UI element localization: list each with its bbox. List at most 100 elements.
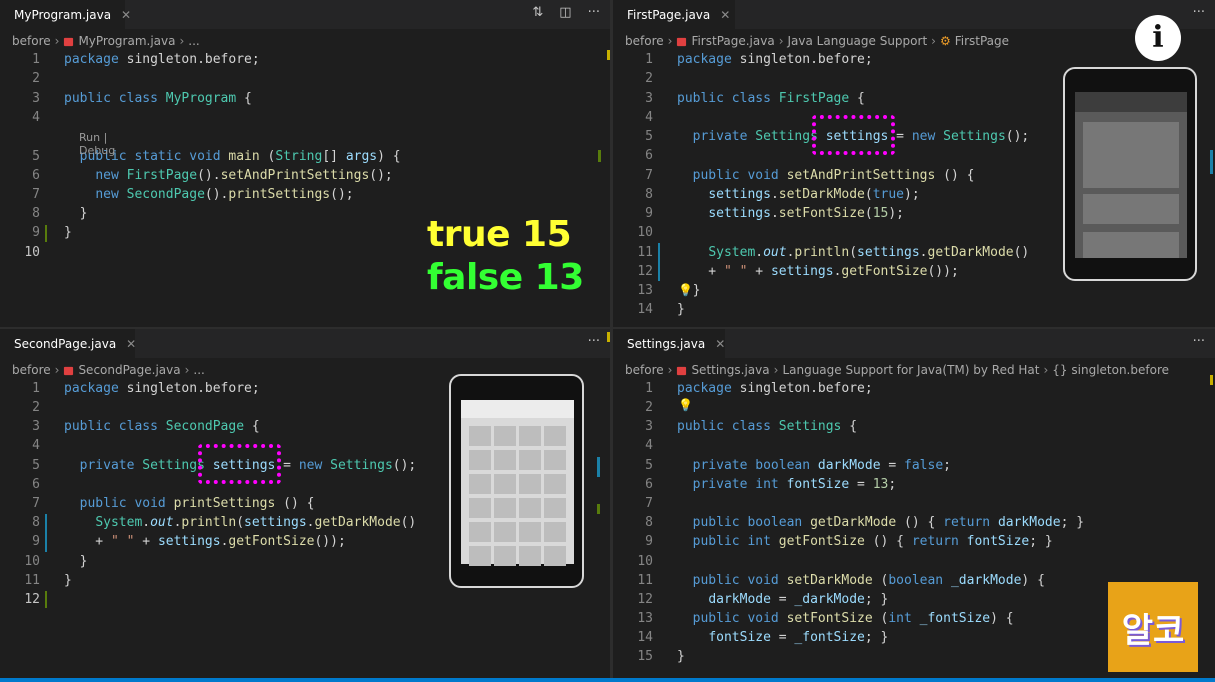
line-number: 3 [645, 419, 653, 434]
line-number: 2 [645, 400, 653, 415]
line-number: 8 [32, 515, 40, 530]
more-actions-icon[interactable]: ··· [1193, 5, 1205, 20]
line-number: 14 [637, 302, 653, 317]
close-icon[interactable]: ✕ [126, 337, 136, 351]
logo-text: 알코 [1121, 610, 1185, 651]
code-text: } [64, 554, 88, 569]
code-text: private int fontSize = 13; [692, 477, 897, 492]
phone-grid-cell [494, 474, 516, 494]
code-text: public void setFontSize (int _fontSize) … [692, 611, 1014, 626]
code-text: + " " + settings.getFontSize()); [64, 534, 346, 549]
line-number: 2 [32, 400, 40, 415]
line-number: 8 [32, 206, 40, 221]
chevron-right-icon: › [54, 34, 60, 48]
breadcrumb: before › MyProgram.java › ... [12, 31, 200, 51]
line-number: 7 [645, 168, 653, 183]
java-file-icon [64, 37, 74, 46]
line-number: 6 [32, 477, 40, 492]
breadcrumb-folder[interactable]: before [12, 34, 51, 48]
tab-secondpage[interactable]: SecondPage.java ✕ [0, 329, 136, 358]
line-number: 6 [645, 477, 653, 492]
breadcrumb-file[interactable]: MyProgram.java [78, 34, 175, 48]
editor-pane-firstpage: FirstPage.java ✕ ··· before › FirstPage.… [613, 0, 1215, 327]
split-editor-icon[interactable]: ◫ [559, 5, 571, 20]
line-number: 7 [32, 496, 40, 511]
status-bar-edge [0, 678, 1215, 682]
lightbulb-icon[interactable]: 💡 [678, 398, 693, 412]
tab-myprogram[interactable]: MyProgram.java ✕ [0, 0, 131, 29]
line-number: 4 [645, 110, 653, 125]
chevron-right-icon: › [667, 34, 673, 48]
codelens-run-debug[interactable]: Run | Debug [79, 131, 115, 157]
line-number: 10 [637, 554, 653, 569]
overview-ruler-marker [1210, 375, 1213, 385]
phone-block [1083, 122, 1179, 188]
phone-grid-cell [469, 498, 491, 518]
phone-grid-cell [494, 546, 516, 566]
breadcrumb-class[interactable]: FirstPage [955, 34, 1009, 48]
line-number: 12 [637, 592, 653, 607]
line-number: 9 [32, 225, 40, 240]
compare-changes-icon[interactable]: ⇅ [532, 5, 543, 20]
phone-grid-cell [469, 546, 491, 566]
phone-illustration [1063, 67, 1197, 281]
breadcrumb-file[interactable]: SecondPage.java [78, 363, 180, 377]
gutter-change-marker [45, 591, 47, 608]
line-number: 5 [32, 458, 40, 473]
phone-grid-cell [519, 522, 541, 542]
breadcrumb-language[interactable]: Java Language Support [788, 34, 928, 48]
phone-grid-cell [494, 498, 516, 518]
line-number: 5 [645, 129, 653, 144]
tab-label: Settings.java [627, 336, 706, 351]
more-actions-icon[interactable]: ··· [1193, 334, 1205, 349]
line-number: 12 [24, 592, 40, 607]
breadcrumb-more[interactable]: ... [193, 363, 204, 377]
phone-grid-cell [519, 546, 541, 566]
breadcrumb: before › SecondPage.java › ... [12, 360, 205, 380]
phone-grid-cell [519, 474, 541, 494]
close-icon[interactable]: ✕ [121, 8, 131, 22]
overview-ruler-marker [597, 457, 600, 477]
breadcrumb-language[interactable]: Language Support for Java(TM) by Red Hat [782, 363, 1039, 377]
code-text: darkMode = _darkMode; } [708, 592, 889, 607]
breadcrumb-folder[interactable]: before [625, 363, 664, 377]
code-text: package singleton.before; [677, 52, 873, 67]
code-text: settings.setDarkMode(true); [708, 187, 920, 202]
tab-label: SecondPage.java [14, 336, 117, 351]
info-icon[interactable]: i [1135, 15, 1181, 61]
more-actions-icon[interactable]: ··· [588, 5, 600, 20]
phone-grid-cell [469, 450, 491, 470]
lightbulb-icon[interactable]: 💡 [678, 283, 693, 297]
line-number: 10 [24, 245, 40, 260]
line-number: 11 [637, 245, 653, 260]
code-text: } [677, 649, 685, 664]
java-file-icon [677, 366, 687, 375]
phone-grid-cell [519, 426, 541, 446]
breadcrumb-more[interactable]: ... [188, 34, 199, 48]
code-text: System.out.println(settings.getDarkMode(… [95, 515, 417, 530]
line-number: 1 [645, 52, 653, 67]
more-actions-icon[interactable]: ··· [588, 334, 600, 349]
close-icon[interactable]: ✕ [720, 8, 730, 22]
gutter-change-marker [45, 514, 47, 552]
tab-firstpage[interactable]: FirstPage.java ✕ [613, 0, 735, 29]
java-file-icon [64, 366, 74, 375]
phone-grid-cell [544, 474, 566, 494]
chevron-right-icon: › [54, 363, 60, 377]
breadcrumb-file[interactable]: Settings.java [691, 363, 769, 377]
tab-settings[interactable]: Settings.java ✕ [613, 329, 725, 358]
chevron-right-icon: › [184, 363, 190, 377]
class-symbol-icon: ⚙ [939, 34, 951, 48]
phone-grid-cell [544, 522, 566, 542]
line-number: 2 [32, 71, 40, 86]
tab-bar: MyProgram.java ✕ ⇅ ◫ ··· [0, 0, 610, 29]
breadcrumb-file[interactable]: FirstPage.java [691, 34, 774, 48]
tab-bar: Settings.java ✕ ··· [613, 329, 1215, 358]
close-icon[interactable]: ✕ [715, 337, 725, 351]
phone-grid-cell [469, 522, 491, 542]
breadcrumb-package[interactable]: {} singleton.before [1052, 363, 1169, 377]
breadcrumb-folder[interactable]: before [625, 34, 664, 48]
chevron-right-icon: › [773, 363, 779, 377]
breadcrumb-folder[interactable]: before [12, 363, 51, 377]
line-number: 9 [645, 534, 653, 549]
